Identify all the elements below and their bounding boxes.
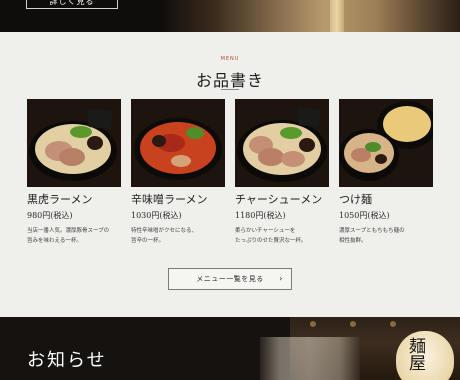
menu-card-tsukemen[interactable]: つけ麺 1050円(税込) 濃厚スープともちもち麺の 相性抜群。 — [339, 99, 433, 244]
ramen-photo-kara-miso — [131, 99, 225, 187]
lantern-icon: 麺屋 — [396, 331, 454, 380]
title-divider — [221, 89, 239, 90]
menu-item-price: 980円(税込) — [27, 211, 73, 220]
menu-item-price: 1050円(税込) — [339, 211, 390, 220]
menu-item-name: つけ麺 — [339, 193, 372, 206]
light-dot — [310, 321, 316, 327]
light-dot — [350, 321, 356, 327]
hero-ramen-image — [160, 0, 460, 32]
news-heading: お知らせ — [27, 350, 107, 371]
menu-section: MENU お品書き 黒虎ラーメン 980円(税込) 当店一番人気。濃厚豚骨スープ… — [0, 32, 460, 317]
light-dot — [390, 321, 396, 327]
noren-curtain — [260, 337, 360, 380]
menu-card-kara-miso[interactable]: 辛味噌ラーメン 1030円(税込) 特性辛味噌がクセになる、 旨辛の一杯。 — [131, 99, 225, 244]
view-menu-button[interactable]: メニュー一覧を見る › — [168, 268, 292, 290]
chevron-right-icon: › — [279, 274, 283, 283]
view-menu-label: メニュー一覧を見る — [196, 275, 264, 283]
menu-card-chashu-men[interactable]: チャーシューメン 1180円(税込) 柔らかいチャーシューを たっぷりのせた贅沢… — [235, 99, 329, 244]
hero-noodle-pull — [330, 0, 344, 32]
ramen-photo-tsukemen — [339, 99, 433, 187]
menu-item-name: 辛味噌ラーメン — [131, 193, 208, 206]
menu-card-kuro-tora[interactable]: 黒虎ラーメン 980円(税込) 当店一番人気。濃厚豚骨スープの 旨みを味わえる一… — [27, 99, 121, 244]
page: 詳しく見る MENU お品書き 黒虎ラーメン 980円(税込) 当店一番人気。濃… — [0, 0, 460, 380]
menu-item-desc: 当店一番人気。濃厚豚骨スープの 旨みを味わえる一杯。 — [27, 228, 110, 244]
menu-item-desc: 柔らかいチャーシューを たっぷりのせた贅沢な一杯。 — [235, 228, 307, 244]
menu-item-price: 1030円(税込) — [131, 211, 182, 220]
menu-item-desc: 濃厚スープともちもち麺の 相性抜群。 — [339, 228, 405, 244]
hero-detail-button[interactable]: 詳しく見る — [26, 0, 118, 9]
menu-item-desc: 特性辛味噌がクセになる、 旨辛の一杯。 — [131, 228, 198, 244]
menu-kicker: MENU — [220, 56, 240, 62]
news-section: 麺屋 お知らせ — [0, 317, 460, 380]
menu-item-price: 1180円(税込) — [235, 211, 286, 220]
ramen-photo-chashu-men — [235, 99, 329, 187]
lantern-text: 麺屋 — [405, 337, 425, 371]
menu-item-name: 黒虎ラーメン — [27, 193, 93, 206]
menu-title: お品書き — [195, 71, 264, 90]
menu-item-name: チャーシューメン — [235, 193, 323, 206]
ramen-photo-kuro-tora — [27, 99, 121, 187]
hero-banner: 詳しく見る — [0, 0, 460, 32]
